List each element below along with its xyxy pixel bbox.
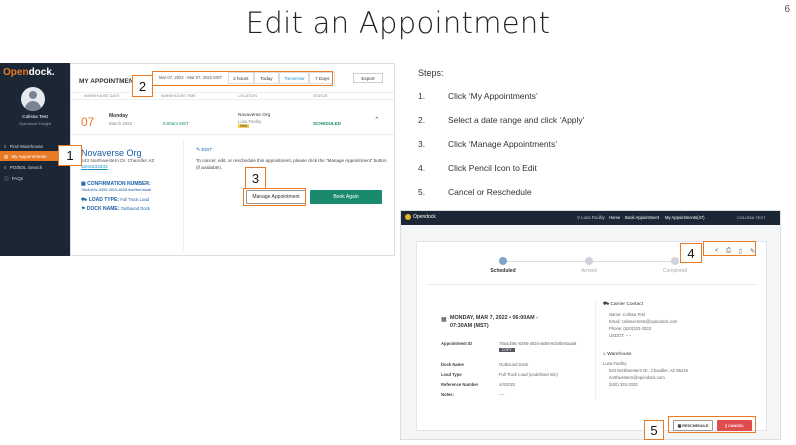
help-icon: ⓘ [4, 175, 9, 181]
table-row[interactable]: 07 Monday March 2022 6:00am MST Novavers… [71, 101, 394, 135]
row-month: March 2022 [109, 121, 133, 126]
column-warehouse-date: WAREHOUSE DATE [84, 94, 120, 98]
warehouse-heading: ⌂ Warehouse [603, 352, 632, 357]
carrier-contact-heading: ⛟ Carrier Contact [603, 302, 643, 307]
step-badge-4: 4 [680, 243, 702, 263]
step-dot-completed [671, 257, 679, 265]
logo-icon [405, 214, 411, 220]
load-type: ⛟ LOAD TYPE: Full Truck Load [81, 197, 149, 203]
warehouse-name: Luna Facility [603, 361, 627, 366]
step-2: 2. Select a date range and click ‘Apply’ [418, 115, 585, 125]
nav-my-appointments[interactable]: My Appointments(47) [665, 215, 705, 220]
page-number: 6 [784, 4, 790, 15]
divider [427, 284, 757, 285]
carrier-email: Email: colissa+tests@opendock.com [609, 319, 678, 324]
label-load-type: Load Type [441, 372, 462, 377]
highlight-edit-toolbar [703, 241, 756, 256]
detail-address: 543 Northwestern Dr. Chandler AZ [81, 159, 155, 164]
check-icon [499, 257, 507, 265]
brand[interactable]: Opendock [405, 214, 436, 220]
avatar[interactable] [21, 87, 45, 111]
label-dock-name: Dock Name [441, 362, 464, 367]
left-main: MY APPOINTMENTS Mar 07, 2022 - Mar 07, 2… [70, 63, 395, 256]
value-load-type: Full Truck Load (undefined min) [499, 372, 558, 377]
nav-facility[interactable]: ⚲ Luna Facility [577, 215, 605, 220]
confirmation-label: ▦ CONFIRMATION NUMBER: [81, 181, 151, 187]
nav-faqs[interactable]: ⓘ FAQs [0, 174, 70, 183]
highlight-cancel-reschedule [668, 416, 756, 433]
appointment-card: < ⎙ ▯ ✎ Scheduled Arrived Completed ▦ MO… [416, 241, 767, 431]
steps-label: Steps: [418, 68, 444, 78]
row-time: 6:00am MST [163, 121, 189, 126]
step-5: 5. Cancel or Reschedule [418, 187, 532, 197]
row-status: SCHEDULED [313, 121, 342, 126]
step-badge-1: 1 [58, 145, 82, 166]
warehouse-address: 543 Northwestern Dr., Chandler, AZ 85226 [609, 368, 688, 373]
search-icon: ⌕ [4, 165, 7, 170]
truck-icon: ⛟ [81, 197, 89, 203]
carrier-phone: Phone: (520)333-3333 [609, 326, 651, 331]
opendock-logo: Opendock. [3, 67, 55, 78]
detail-org: Novaverse Org [81, 148, 142, 158]
copy-button[interactable]: COPY [499, 348, 515, 352]
value-reference-number: 4/4/2022 [499, 382, 516, 387]
carrier-usdot: USDOT: ---- [609, 333, 632, 338]
new-tag: New [238, 124, 250, 128]
divider [595, 300, 596, 400]
value-dock-name: Outbound Dock [499, 362, 529, 367]
edit-instructions: To cancel, edit, or reschedule this appo… [196, 158, 387, 170]
column-warehouse-time: WAREHOUSE TIME [161, 94, 196, 98]
row-weekday: Monday [109, 113, 128, 119]
user-name[interactable]: Colissa Test [0, 115, 70, 120]
chevron-up-icon[interactable]: ⌃ [374, 116, 380, 124]
warehouse-email: northwestern@opendock.com [609, 375, 665, 380]
confirmation-number: 78a4d49c-6395-4815-a608-6cb0be0aaa8 [81, 188, 152, 192]
nav-user[interactable]: COLISSA TEST [737, 215, 765, 220]
progress-scheduled: Scheduled [490, 268, 516, 274]
progress-completed: Completed [662, 268, 688, 274]
row-day: 07 [81, 115, 95, 129]
step-4: 4. Click Pencil Icon to Edit [418, 163, 537, 173]
column-status: STATUS [313, 94, 328, 98]
detail-phone[interactable]: 5203333333 [81, 165, 108, 170]
divider [183, 140, 184, 250]
label-appointment-id: Appointment ID [441, 341, 473, 346]
nav-book-appointment[interactable]: Book Appointment [625, 215, 659, 220]
step-badge-2: 2 [132, 75, 153, 97]
progress-arrived: Arrived [581, 268, 597, 274]
edit-heading: ✎ EDIT [196, 148, 213, 153]
nav-home[interactable]: Home [609, 215, 620, 220]
dock-name: ⚑ DOCK NAME: Outbound Dock [81, 206, 150, 212]
step-3: 3. Click ‘Manage Appointments’ [418, 139, 558, 149]
value-appointment-id: 78a4d49c-6395-4815-a608-6cb0be0aaa8 [499, 341, 577, 346]
row-org: Novaverse Org [238, 113, 271, 118]
search-icon: ⌕ [4, 144, 7, 149]
user-role: Opendock Freight [19, 121, 51, 126]
step-badge-3: 3 [245, 167, 266, 189]
column-location: LOCATION [238, 94, 258, 98]
export-button[interactable]: Export [353, 73, 383, 83]
value-notes: ---- [499, 392, 505, 397]
step-1: 1. Click ‘My Appointments’ [418, 91, 538, 101]
label-notes: Notes: [441, 392, 455, 397]
label-reference-number: Reference Number [441, 382, 479, 387]
slide-title: Edit an Appointment [245, 6, 551, 40]
carrier-name: Name: Colissa Test [609, 312, 645, 317]
highlight-manage-appointment [243, 188, 306, 206]
step-badge-5: 5 [644, 420, 664, 440]
warehouse-phone: (520) 333-3333 [609, 382, 638, 387]
step-dot-arrived [585, 257, 593, 265]
top-nav: Opendock ⚲ Luna Facility Home Book Appoi… [401, 211, 780, 225]
highlight-date-filters [152, 71, 333, 86]
book-again-button[interactable]: Book Again [310, 190, 382, 204]
calendar-icon: ▦ [441, 317, 447, 323]
appointment-datetime: MONDAY, MAR 7, 2022 • 06:00AM - 07:30AM … [450, 315, 538, 329]
